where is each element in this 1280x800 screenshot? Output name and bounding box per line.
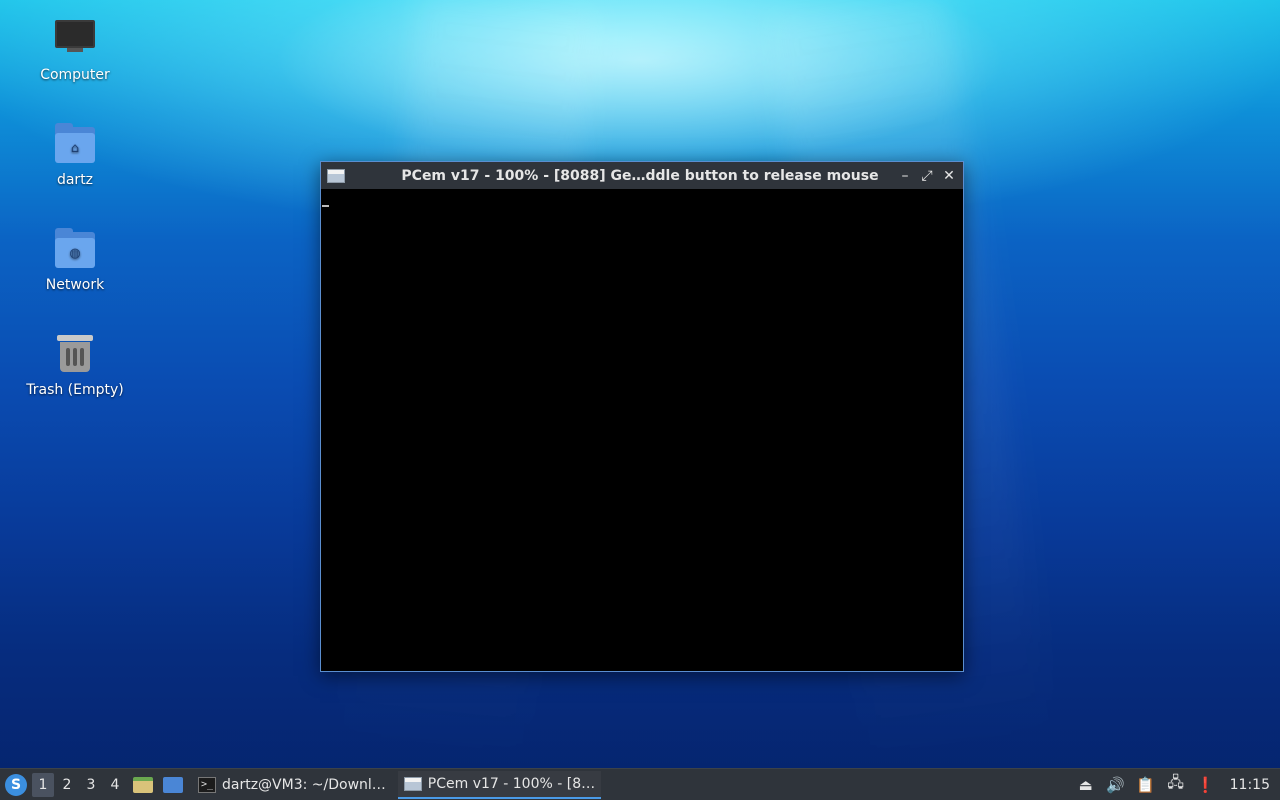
desktop-icon-label: Trash (Empty) bbox=[26, 382, 124, 398]
eject-tray-button[interactable]: ⏏ bbox=[1074, 773, 1098, 797]
files-icon bbox=[133, 776, 153, 793]
maximize-button[interactable]: ⤢ bbox=[917, 166, 937, 186]
workspace-2[interactable]: 2 bbox=[56, 773, 78, 797]
start-menu-button[interactable]: S bbox=[2, 771, 30, 799]
close-icon: ✕ bbox=[943, 167, 955, 184]
window-titlebar[interactable]: PCem v17 - 100% - [8088] Ge…ddle button … bbox=[321, 162, 963, 189]
desktop-icon bbox=[163, 776, 183, 793]
desktop-icon-label: dartz bbox=[56, 172, 94, 188]
clipboard-tray-button[interactable]: 📋 bbox=[1134, 773, 1158, 797]
taskbar-clock[interactable]: 11:15 bbox=[1230, 777, 1270, 793]
desktop-icon-computer[interactable]: Computer bbox=[20, 16, 130, 84]
terminal-icon: >_ bbox=[198, 776, 216, 793]
computer-icon bbox=[53, 16, 97, 60]
window-title: PCem v17 - 100% - [8088] Ge…ddle button … bbox=[401, 167, 879, 184]
task-label: dartz@VM3: ~/Downl… bbox=[222, 776, 386, 793]
text-cursor bbox=[322, 205, 329, 207]
eject-icon: ⏏ bbox=[1078, 775, 1093, 794]
task-pcem[interactable]: PCem v17 - 100% - [8… bbox=[397, 770, 602, 799]
task-label: PCem v17 - 100% - [8… bbox=[427, 775, 596, 792]
volume-icon: 🔊 bbox=[1106, 775, 1125, 794]
volume-tray-button[interactable]: 🔊 bbox=[1104, 773, 1128, 797]
pcem-icon bbox=[403, 776, 422, 791]
network-folder-icon: ◍ bbox=[53, 226, 97, 270]
taskbar: S 1 2 3 4 >_ dartz@VM3: ~/Downl… PCem v1… bbox=[0, 768, 1280, 800]
workspace-3[interactable]: 3 bbox=[80, 773, 102, 797]
minimize-icon: – bbox=[901, 167, 909, 184]
start-logo-icon: S bbox=[5, 773, 27, 796]
network-tray-button[interactable]: 🖧 bbox=[1164, 773, 1188, 797]
desktop-icon-network[interactable]: ◍ Network bbox=[20, 226, 130, 294]
pcem-window[interactable]: PCem v17 - 100% - [8088] Ge…ddle button … bbox=[320, 161, 964, 672]
workspace-label: 4 bbox=[110, 776, 120, 793]
task-terminal[interactable]: >_ dartz@VM3: ~/Downl… bbox=[192, 771, 392, 799]
network-icon: 🖧 bbox=[1167, 773, 1184, 791]
desktop-icon-trash[interactable]: Trash (Empty) bbox=[20, 331, 130, 399]
maximize-icon: ⤢ bbox=[921, 167, 933, 184]
desktop-icon-home[interactable]: ⌂ dartz bbox=[20, 121, 130, 189]
clipboard-icon: 📋 bbox=[1136, 775, 1155, 794]
workspace-label: 1 bbox=[38, 776, 48, 793]
workspace-label: 3 bbox=[86, 776, 96, 793]
workspace-4[interactable]: 4 bbox=[104, 773, 126, 797]
workspace-1[interactable]: 1 bbox=[32, 772, 54, 797]
notification-tray-button[interactable]: ❗ bbox=[1194, 773, 1218, 797]
notification-icon: ❗ bbox=[1196, 775, 1215, 794]
show-desktop-launcher[interactable] bbox=[160, 772, 186, 798]
home-folder-icon: ⌂ bbox=[53, 121, 97, 165]
close-button[interactable]: ✕ bbox=[939, 166, 959, 186]
emulator-screen[interactable] bbox=[321, 189, 963, 671]
minimize-button[interactable]: – bbox=[895, 166, 915, 186]
pcem-app-icon[interactable] bbox=[327, 168, 345, 183]
desktop-icon-label: Computer bbox=[40, 67, 110, 83]
file-manager-launcher[interactable] bbox=[130, 772, 156, 798]
trash-icon bbox=[53, 331, 97, 375]
workspace-label: 2 bbox=[62, 776, 72, 793]
desktop-icon-label: Network bbox=[45, 277, 105, 293]
